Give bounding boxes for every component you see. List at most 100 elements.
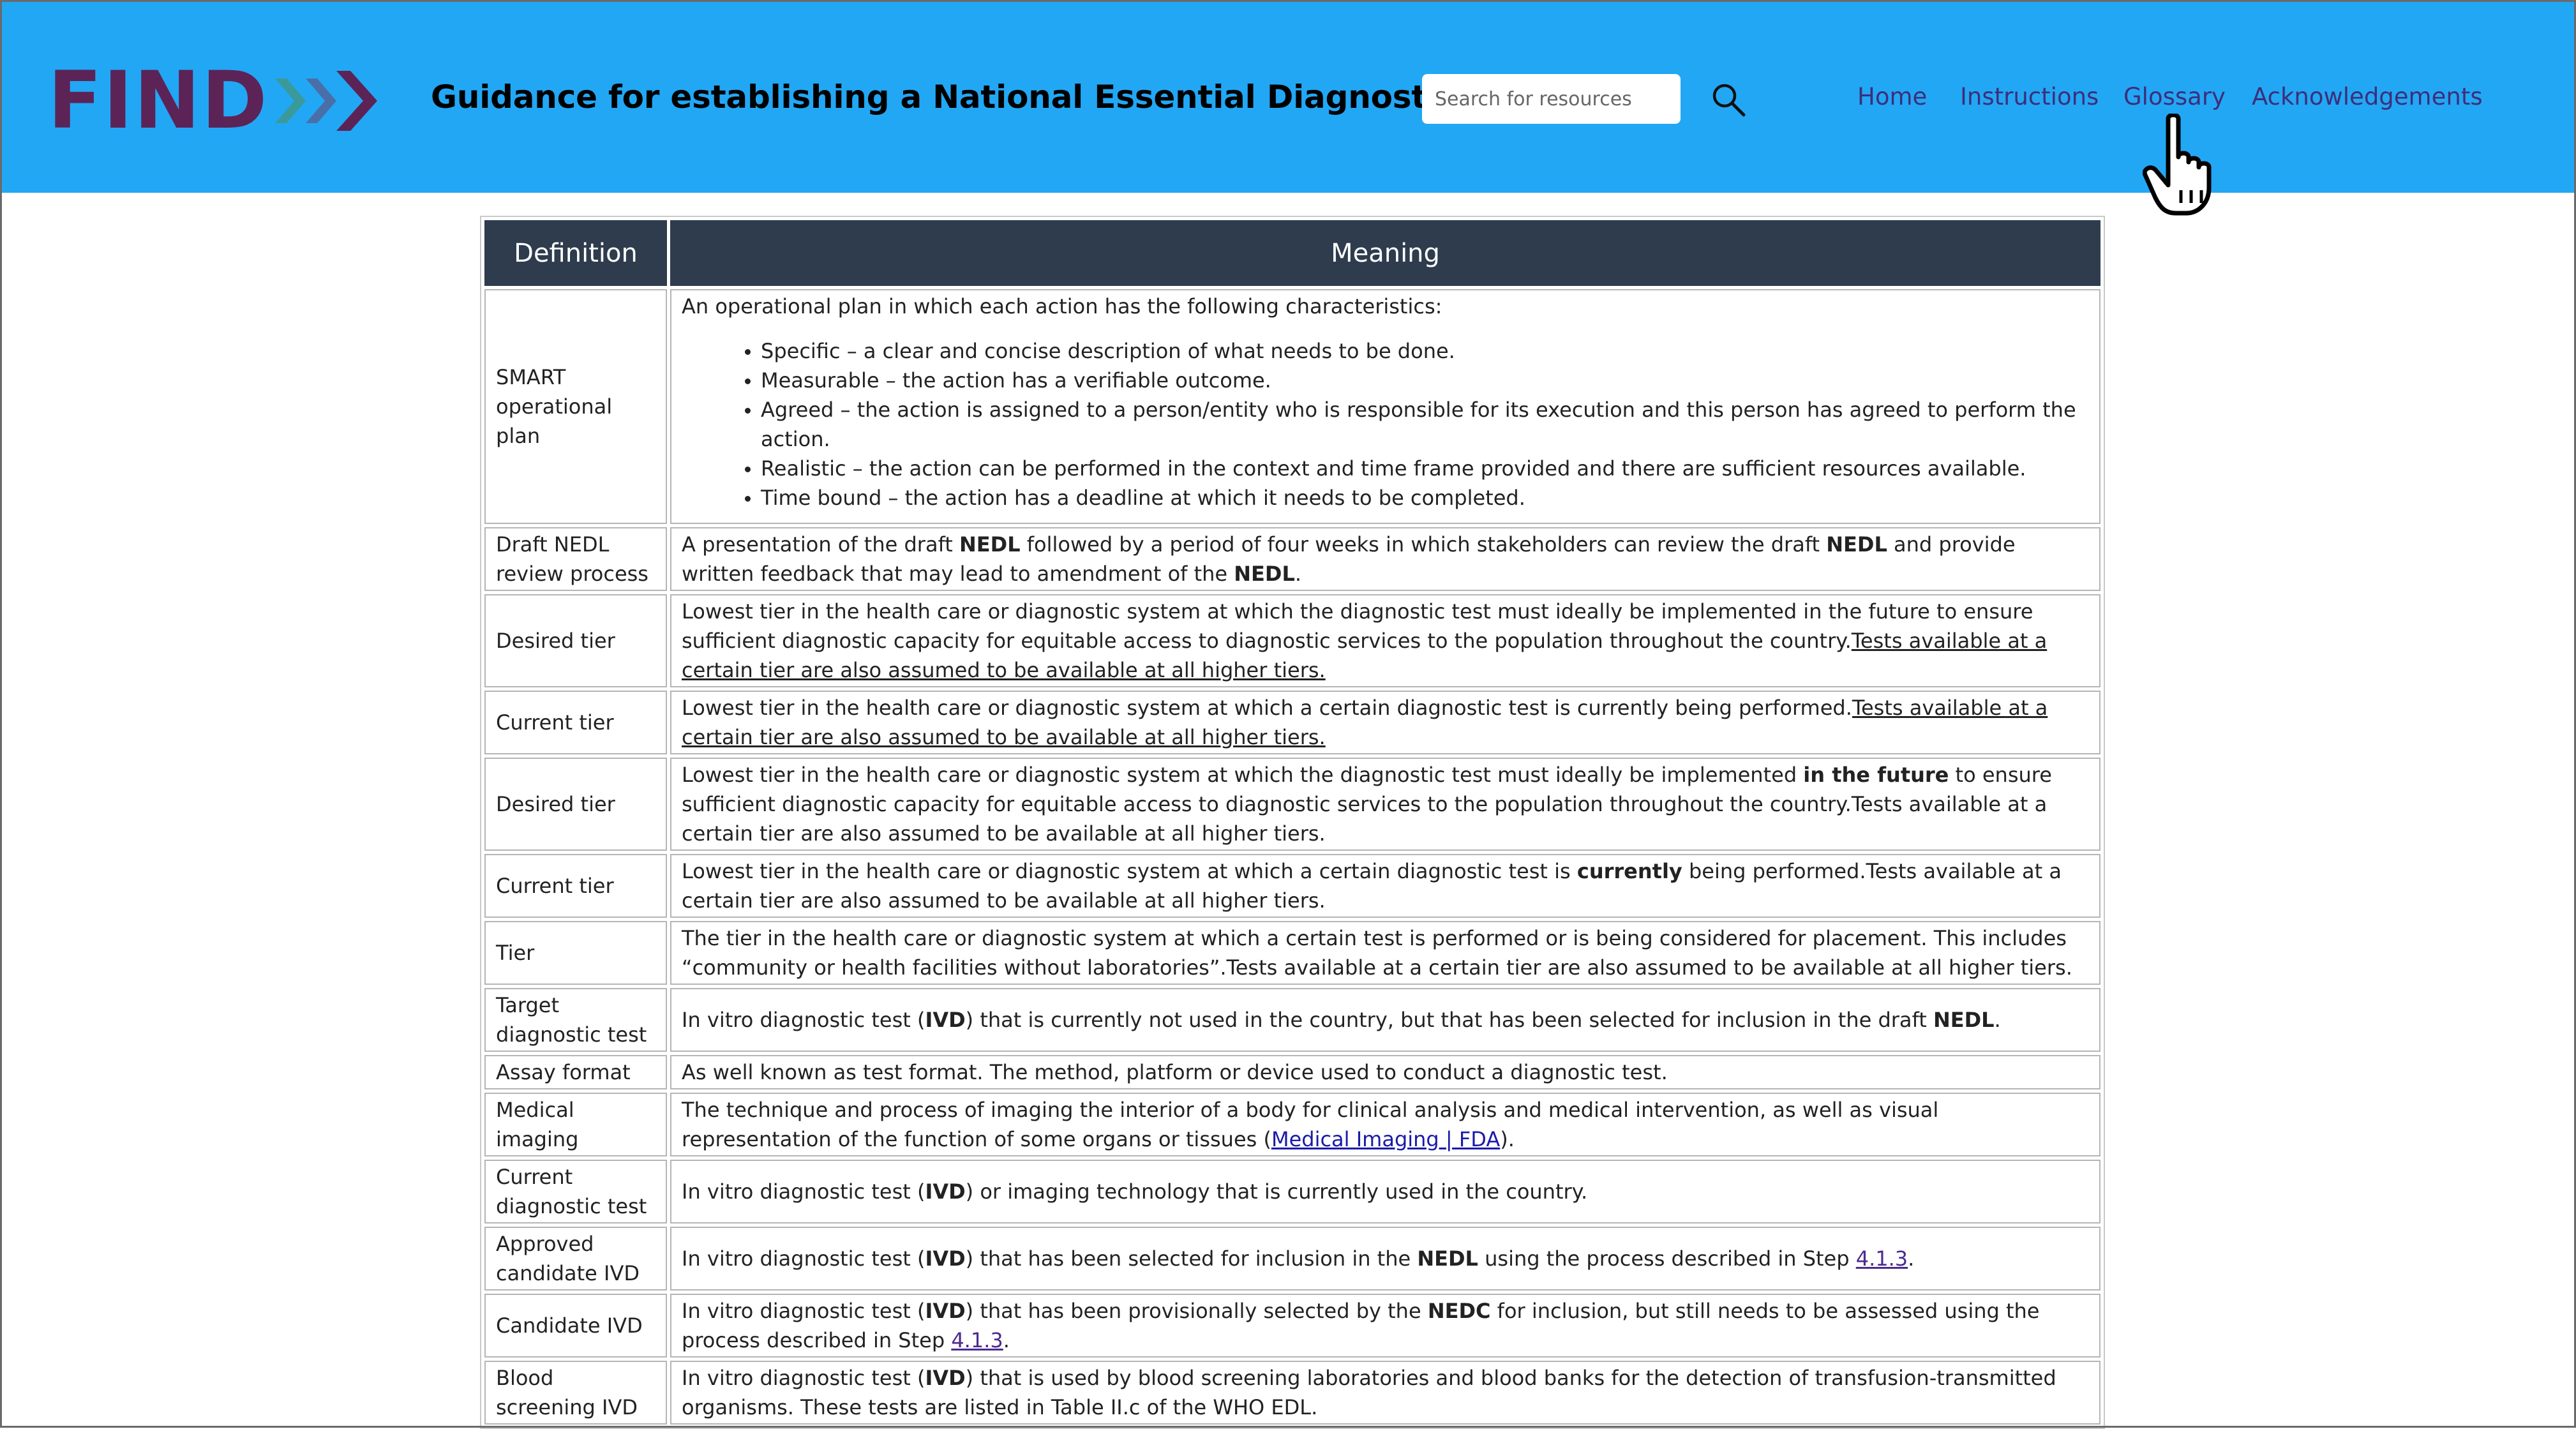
definition-cell: Medical imaging [484,1093,667,1156]
table-row: SMART operational plan An operational pl… [484,289,2100,524]
list-item: Agreed – the action is assigned to a per… [761,395,2085,454]
table-row: Candidate IVD In vitro diagnostic test (I… [484,1294,2100,1358]
meaning-cell: Lowest tier in the health care or diagno… [670,758,2100,851]
meaning-cell: Lowest tier in the health care or diagno… [670,854,2100,918]
logo-arrows-icon [274,71,377,131]
definition-cell: Current diagnostic test [484,1160,667,1223]
definition-cell: SMART operational plan [484,289,667,524]
meaning-text: In vitro diagnostic test ( [682,1366,925,1390]
meaning-cell: In vitro diagnostic test (IVD) that is u… [670,1361,2100,1425]
meaning-cell: As well known as test format. The method… [670,1055,2100,1089]
meaning-text: In vitro diagnostic test ( [682,1246,925,1271]
table-row: Approved candidate IVD In vitro diagnosti… [484,1227,2100,1291]
meaning-text: Lowest tier in the health care or diagno… [682,859,1577,883]
bold-term: NEDL [1234,562,1295,586]
table-row: Target diagnostic test In vitro diagnosti… [484,988,2100,1052]
meaning-cell: An operational plan in which each action… [670,289,2100,524]
table-row: Blood screening IVD In vitro diagnostic t… [484,1361,2100,1425]
reference-link[interactable]: 4.1.3 [951,1328,1003,1352]
bold-term: IVD [925,1299,966,1323]
meaning-cell: Lowest tier in the health care or diagno… [670,691,2100,754]
nav-instructions[interactable]: Instructions [1960,83,2099,110]
meaning-text: As well known as test format. The method… [682,1060,1668,1084]
site-title: Guidance for establishing a National Ess… [431,79,1552,116]
meaning-text: ) that has been provisionally selected b… [965,1299,1428,1323]
bold-term: NEDL [1417,1246,1478,1271]
reference-link[interactable]: 4.1.3 [1856,1246,1908,1271]
meaning-text: ) that is currently not used in the coun… [965,1008,1933,1032]
table-row: Current tier Lowest tier in the health ca… [484,854,2100,918]
bold-term: IVD [925,1179,966,1204]
meaning-cell: In vitro diagnostic test (IVD) that has … [670,1227,2100,1291]
logo-text: FIND [48,55,269,147]
definition-cell: Desired tier [484,758,667,851]
list-item: Realistic – the action can be performed … [761,454,2085,483]
meaning-cell: In vitro diagnostic test (IVD) or imagin… [670,1160,2100,1223]
meaning-text: using the process described in Step [1478,1246,1856,1271]
bold-term: in the future [1803,763,1949,787]
meaning-cell: In vitro diagnostic test (IVD) that is c… [670,988,2100,1052]
meaning-text: followed by a period of four weeks in wh… [1020,532,1827,557]
meaning-cell: A presentation of the draft NEDL followe… [670,527,2100,591]
glossary-table: Definition Meaning SMART operational pla… [480,216,2105,1429]
bold-term: IVD [925,1366,966,1390]
meaning-text: In vitro diagnostic test ( [682,1299,925,1323]
definition-cell: Candidate IVD [484,1294,667,1358]
meaning-text: ) or imaging technology that is currentl… [965,1179,1588,1204]
table-row: Tier The tier in the health care or diagn… [484,921,2100,985]
definition-cell: Tier [484,921,667,985]
bold-term: NEDL [1933,1008,1995,1032]
meaning-text: . [1003,1328,1010,1352]
meaning-cell: In vitro diagnostic test (IVD) that has … [670,1294,2100,1358]
glossary-table-container: Definition Meaning SMART operational pla… [480,216,2105,1429]
characteristics-list: Specific – a clear and concise descripti… [682,336,2085,512]
meaning-text: In vitro diagnostic test ( [682,1179,925,1204]
bold-term: NEDC [1427,1299,1491,1323]
meaning-text: . [1994,1008,2001,1032]
search-input[interactable] [1422,74,1681,124]
meaning-text: Lowest tier in the health care or diagno… [682,763,1804,787]
meaning-text: ) that has been selected for inclusion i… [965,1246,1418,1271]
find-logo[interactable]: FIND [48,55,384,147]
definition-cell: Blood screening IVD [484,1361,667,1425]
meaning-text: . [1908,1246,1915,1271]
table-row: Assay format As well known as test format… [484,1055,2100,1089]
nav-home[interactable]: Home [1857,83,1927,110]
definition-cell: Current tier [484,691,667,754]
meaning-intro: An operational plan in which each action… [682,294,1442,318]
list-item: Specific – a clear and concise descripti… [761,336,2085,366]
meaning-text: In vitro diagnostic test ( [682,1008,925,1032]
definition-cell: Target diagnostic test [484,988,667,1052]
definition-cell: Current tier [484,854,667,918]
meaning-text: Lowest tier in the health care or diagno… [682,696,1852,720]
meaning-text: The tier in the health care or diagnosti… [682,926,2072,980]
table-row: Draft NEDL review process A presentation … [484,527,2100,591]
meaning-cell: Lowest tier in the health care or diagno… [670,594,2100,687]
meaning-text: A presentation of the draft [682,532,959,557]
table-row: Current tier Lowest tier in the health ca… [484,691,2100,754]
list-item: Time bound – the action has a deadline a… [761,483,2085,512]
definition-cell: Draft NEDL review process [484,527,667,591]
header-definition: Definition [484,220,667,286]
nav-glossary[interactable]: Glossary [2123,83,2226,110]
definition-cell: Approved candidate IVD [484,1227,667,1291]
bold-term: NEDL [1826,532,1887,557]
table-row: Desired tier Lowest tier in the health ca… [484,594,2100,687]
bold-term: IVD [925,1246,966,1271]
meaning-text: . [1294,562,1302,586]
table-row: Desired tier Lowest tier in the health ca… [484,758,2100,851]
bold-term: IVD [925,1008,966,1032]
list-item: Measurable – the action has a verifiable… [761,366,2085,395]
table-row: Medical imaging The technique and process… [484,1093,2100,1156]
bold-term: NEDL [959,532,1021,557]
meaning-cell: The technique and process of imaging the… [670,1093,2100,1156]
bold-term: currently [1576,859,1682,883]
search-icon[interactable] [1711,82,1746,117]
definition-cell: Assay format [484,1055,667,1089]
header-meaning: Meaning [670,220,2100,286]
meaning-cell: The tier in the health care or diagnosti… [670,921,2100,985]
definition-cell: Desired tier [484,594,667,687]
reference-link[interactable]: Medical Imaging | FDA [1271,1127,1500,1151]
meaning-text: ). [1500,1127,1515,1151]
nav-acknowledgements[interactable]: Acknowledgements [2252,83,2483,110]
